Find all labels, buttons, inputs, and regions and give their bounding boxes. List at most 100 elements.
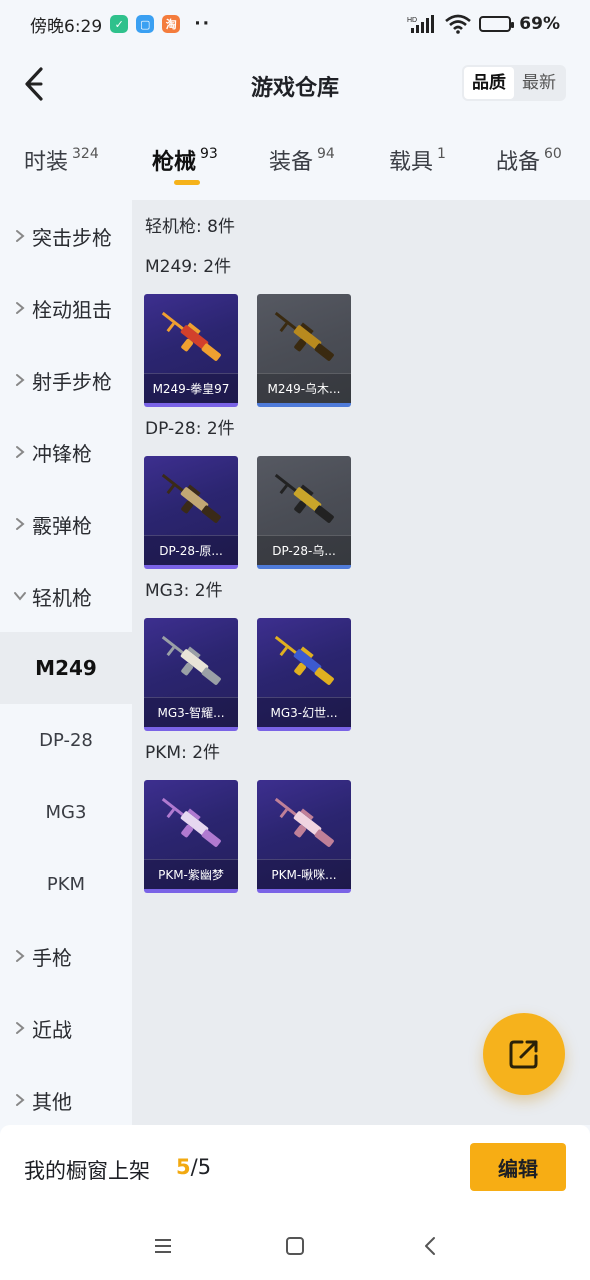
sidebar-category-label: 轻机枪	[32, 585, 92, 610]
weapon-skin-name: DP-28-原...	[144, 535, 238, 565]
weapon-skin-card[interactable]: PKM-紫幽梦	[144, 780, 238, 893]
weapon-skin-card[interactable]: MG3-智耀...	[144, 618, 238, 731]
share-fab-button[interactable]	[483, 1013, 565, 1095]
chevron-right-icon	[12, 228, 28, 244]
showcase-current: 5	[176, 1155, 191, 1179]
sidebar-subitem[interactable]: DP-28	[0, 704, 132, 776]
tab-label: 战备	[496, 150, 541, 175]
weapon-image	[152, 302, 230, 372]
sidebar-subitem[interactable]: M249	[0, 632, 132, 704]
sidebar-category[interactable]: 霰弹枪	[0, 488, 132, 560]
sidebar-category-label: 手枪	[32, 945, 72, 970]
sidebar-subitem[interactable]: PKM	[0, 848, 132, 920]
sidebar-category-label: 栓动狙击	[32, 297, 112, 322]
sidebar-category[interactable]: 冲锋枪	[0, 416, 132, 488]
chevron-right-icon	[12, 1020, 28, 1036]
weapon-skin-name: M249-乌木...	[257, 373, 351, 403]
weapon-skin-card[interactable]: DP-28-原...	[144, 456, 238, 569]
more-notifications-icon: ··	[194, 14, 212, 34]
chevron-right-icon	[12, 516, 28, 532]
showcase-count: 5/5	[176, 1155, 211, 1179]
edit-button[interactable]: 编辑	[470, 1143, 566, 1191]
signal-icon: HD	[407, 15, 435, 33]
chevron-right-icon	[12, 372, 28, 388]
category-total: 轻机枪: 8件	[145, 217, 235, 237]
sidebar-category[interactable]: 突击步枪	[0, 200, 132, 272]
network-hd-label: HD	[407, 17, 417, 24]
sidebar-subitem[interactable]: MG3	[0, 776, 132, 848]
weapon-skin-card[interactable]: M249-乌木...	[257, 294, 351, 407]
system-navigation	[0, 1213, 590, 1280]
showcase-bar: 我的橱窗上架 5/5 编辑	[0, 1125, 590, 1213]
weapon-skin-name: PKM-啾咪...	[257, 859, 351, 889]
weapon-image	[152, 464, 230, 534]
sidebar-category[interactable]: 轻机枪	[0, 560, 132, 632]
tab-count: 1	[437, 146, 446, 162]
weapon-group-title: MG3: 2件	[145, 581, 223, 601]
weapon-skin-card[interactable]: PKM-啾咪...	[257, 780, 351, 893]
header: 游戏仓库 品质 最新	[0, 52, 590, 116]
tab-count: 93	[200, 146, 218, 162]
weapon-skin-card[interactable]: MG3-幻世...	[257, 618, 351, 731]
system-back-button[interactable]	[413, 1229, 447, 1263]
sidebar-category-label: 近战	[32, 1017, 72, 1042]
tab-outfits[interactable]: 时装 324	[24, 136, 99, 176]
chevron-right-icon	[12, 300, 28, 316]
chevron-right-icon	[12, 444, 28, 460]
chat-app-icon: ▢	[136, 15, 155, 33]
weapon-skin-name: MG3-幻世...	[257, 697, 351, 727]
weapon-skin-card[interactable]: DP-28-乌...	[257, 456, 351, 569]
chevron-down-icon	[12, 588, 28, 604]
share-external-icon	[509, 1040, 538, 1069]
tab-label: 载具	[389, 150, 434, 175]
menu-button[interactable]	[146, 1229, 180, 1263]
sidebar-category-label: 霰弹枪	[32, 513, 92, 538]
sort-option-newest[interactable]: 最新	[514, 67, 564, 99]
sidebar-category[interactable]: 栓动狙击	[0, 272, 132, 344]
sort-option-quality[interactable]: 品质	[464, 67, 514, 99]
status-time: 傍晚6:29	[30, 16, 103, 37]
weapon-group-title: M249: 2件	[145, 257, 232, 277]
tab-label: 装备	[269, 150, 314, 175]
showcase-label: 我的橱窗上架	[24, 1159, 150, 1183]
active-tab-indicator	[174, 180, 200, 185]
showcase-max: 5	[197, 1155, 212, 1179]
showcase-separator: /	[190, 1155, 198, 1179]
weapon-skin-name: MG3-智耀...	[144, 697, 238, 727]
battery-icon	[479, 16, 515, 32]
tab-label: 枪械	[152, 150, 197, 175]
sort-toggle: 品质 最新	[462, 65, 566, 101]
sidebar-category-label: 射手步枪	[32, 369, 112, 394]
tab-vehicles[interactable]: 载具 1	[389, 136, 446, 176]
wifi-icon	[445, 14, 472, 34]
weapon-sidebar: 突击步枪栓动狙击射手步枪冲锋枪霰弹枪轻机枪 M249 DP-28 MG3 PKM 手枪近战…	[0, 200, 132, 1125]
status-app-icons: ✓ ▢ 淘	[110, 15, 181, 33]
home-button[interactable]	[278, 1229, 312, 1263]
sidebar-category-label: 冲锋枪	[32, 441, 92, 466]
status-indicators: HD 69%	[407, 14, 560, 34]
shield-app-icon: ✓	[110, 15, 129, 33]
back-icon	[425, 1237, 435, 1255]
weapon-image	[265, 626, 343, 696]
weapon-group-title: DP-28: 2件	[145, 419, 235, 439]
sidebar-category[interactable]: 手枪	[0, 920, 132, 992]
status-bar: 傍晚6:29 ✓ ▢ 淘 ·· HD 69%	[0, 0, 590, 48]
sidebar-category-label: 其他	[32, 1089, 72, 1114]
tab-equipment[interactable]: 装备 94	[269, 136, 335, 176]
weapon-image	[265, 464, 343, 534]
chevron-right-icon	[12, 1092, 28, 1108]
weapon-group-title: PKM: 2件	[145, 743, 221, 763]
weapon-skin-name: PKM-紫幽梦	[144, 859, 238, 889]
tab-supplies[interactable]: 战备 60	[496, 136, 562, 176]
weapon-image	[265, 302, 343, 372]
tab-guns[interactable]: 枪械 93	[152, 136, 218, 185]
weapon-skin-card[interactable]: M249-拳皇97	[144, 294, 238, 407]
chevron-right-icon	[12, 948, 28, 964]
tab-count: 60	[544, 146, 562, 162]
tab-count: 94	[317, 146, 335, 162]
sidebar-category[interactable]: 近战	[0, 992, 132, 1064]
tab-label: 时装	[24, 150, 69, 175]
menu-icon	[155, 1239, 171, 1253]
sidebar-category[interactable]: 射手步枪	[0, 344, 132, 416]
weapon-grid: 轻机枪: 8件 M249: 2件 M249-拳皇97 M249-乌木... DP-28…	[132, 200, 590, 1125]
